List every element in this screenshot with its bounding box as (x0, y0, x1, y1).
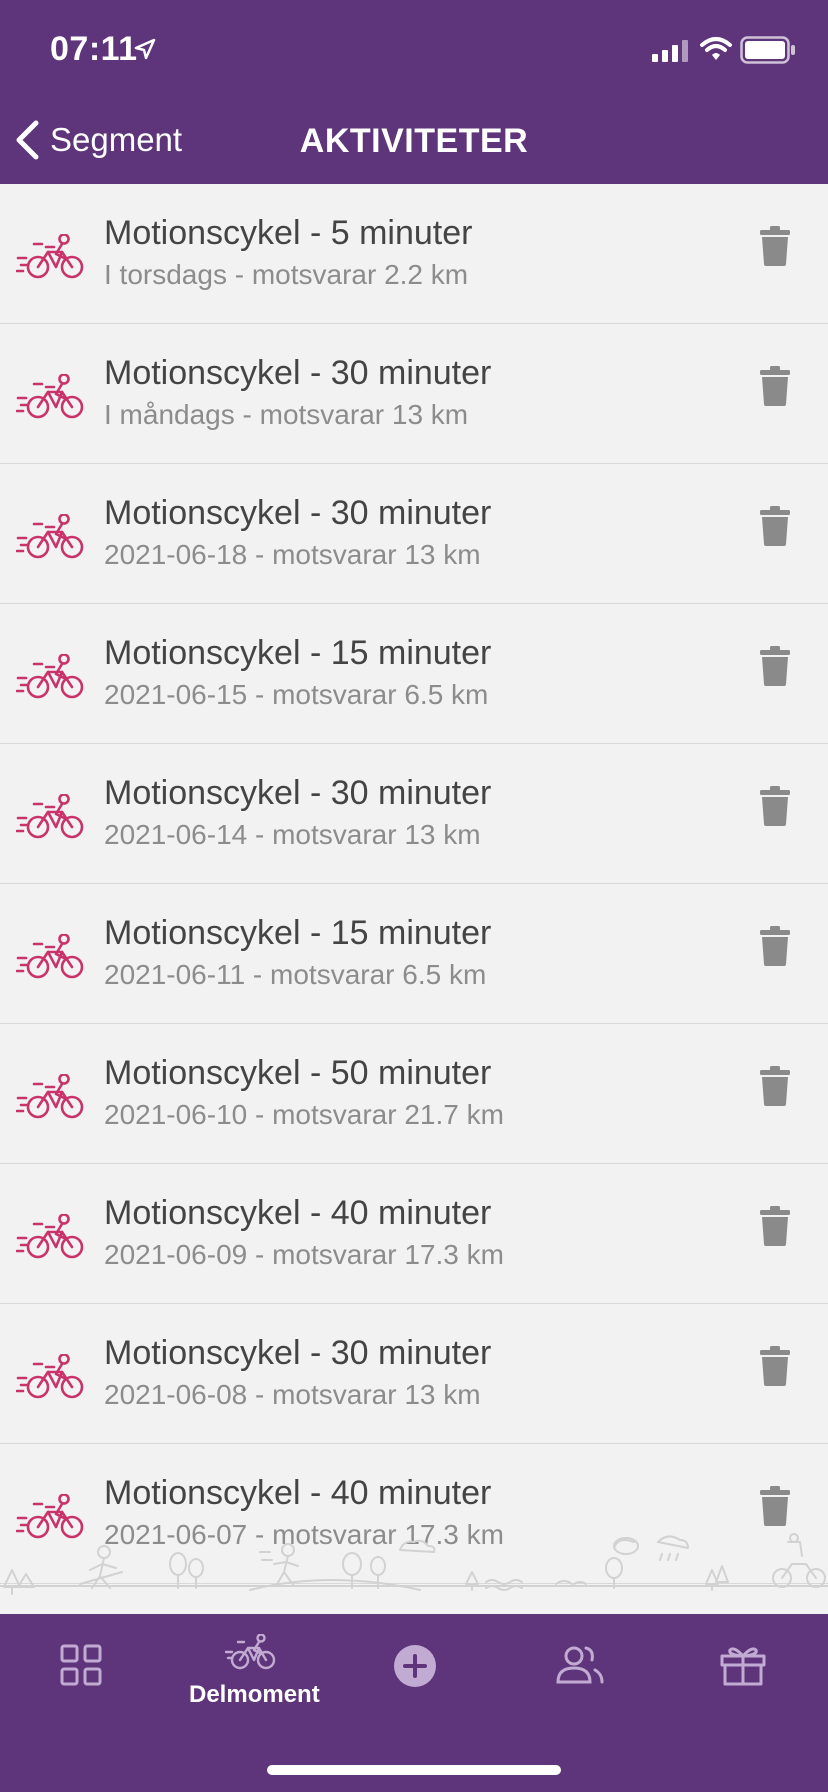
exercise-bike-icon (16, 234, 84, 279)
status-time: 07:11 (50, 30, 138, 68)
exercise-bike-icon (16, 934, 84, 979)
activity-row[interactable]: Motionscykel - 30 minuter 2021-06-08 - m… (0, 1304, 828, 1444)
activity-title: Motionscykel - 5 minuter (104, 214, 473, 252)
bike-icon (224, 1633, 276, 1670)
trash-icon[interactable] (760, 1206, 790, 1246)
wifi-icon (700, 37, 732, 60)
activity-title: Motionscykel - 50 minuter (104, 1054, 492, 1092)
exercise-bike-icon (16, 654, 84, 699)
exercise-bike-icon (16, 1354, 84, 1399)
location-arrow-icon (134, 38, 156, 60)
activity-row[interactable]: Motionscykel - 40 minuter 2021-06-09 - m… (0, 1164, 828, 1304)
tab-delmoment[interactable]: Delmoment (189, 1633, 320, 1709)
page-title: AKTIVITETER (299, 122, 529, 160)
gift-icon (720, 1647, 766, 1686)
exercise-bike-icon (16, 794, 84, 839)
trash-icon[interactable] (760, 786, 790, 826)
grid-icon (60, 1644, 102, 1686)
cellular-signal-icon (652, 40, 688, 62)
activity-row[interactable]: Motionscykel - 30 minuter 2021-06-14 - m… (0, 744, 828, 884)
activity-subtitle: 2021-06-08 - motsvarar 13 km (104, 1379, 481, 1410)
battery-icon (740, 36, 795, 64)
activity-subtitle: 2021-06-11 - motsvarar 6.5 km (104, 959, 487, 990)
tab-add[interactable] (355, 1644, 475, 1693)
navigation-bar: Segment AKTIVITETER (0, 95, 828, 184)
tab-label-delmoment: Delmoment (189, 1681, 320, 1708)
tab-rewards[interactable] (683, 1644, 803, 1691)
activity-title: Motionscykel - 40 minuter (104, 1194, 492, 1232)
trash-icon[interactable] (760, 1486, 790, 1526)
exercise-bike-icon (16, 374, 84, 419)
activity-row[interactable]: Motionscykel - 5 minuter I torsdags - mo… (0, 184, 828, 324)
activity-subtitle: 2021-06-10 - motsvarar 21.7 km (104, 1099, 504, 1130)
trash-icon[interactable] (760, 506, 790, 546)
landscape-illustration (0, 1533, 828, 1595)
activity-row[interactable]: Motionscykel - 50 minuter 2021-06-10 - m… (0, 1024, 828, 1164)
activity-title: Motionscykel - 40 minuter (104, 1474, 492, 1512)
trash-icon[interactable] (760, 1066, 790, 1106)
activity-title: Motionscykel - 30 minuter (104, 774, 492, 812)
activity-subtitle: 2021-06-18 - motsvarar 13 km (104, 539, 481, 570)
activity-title: Motionscykel - 30 minuter (104, 494, 492, 532)
status-bar: 07:11 (0, 0, 828, 95)
trash-icon[interactable] (760, 926, 790, 966)
plus-circle-icon (394, 1645, 436, 1687)
tab-friends[interactable] (520, 1644, 640, 1691)
activity-row[interactable]: Motionscykel - 15 minuter 2021-06-15 - m… (0, 604, 828, 744)
activity-row[interactable]: Motionscykel - 15 minuter 2021-06-11 - m… (0, 884, 828, 1024)
trash-icon[interactable] (760, 366, 790, 406)
activity-title: Motionscykel - 15 minuter (104, 914, 492, 952)
exercise-bike-icon (16, 1074, 84, 1119)
people-icon (556, 1646, 604, 1684)
activity-subtitle: 2021-06-15 - motsvarar 6.5 km (104, 679, 489, 710)
trash-icon[interactable] (760, 226, 790, 266)
activity-row[interactable]: Motionscykel - 30 minuter I måndags - mo… (0, 324, 828, 464)
activity-subtitle: 2021-06-09 - motsvarar 17.3 km (104, 1239, 504, 1270)
activity-title: Motionscykel - 15 minuter (104, 634, 492, 672)
activity-row[interactable]: Motionscykel - 30 minuter 2021-06-18 - m… (0, 464, 828, 604)
tab-overview[interactable] (21, 1644, 141, 1691)
trash-icon[interactable] (760, 1346, 790, 1386)
trash-icon[interactable] (760, 646, 790, 686)
activity-subtitle: 2021-06-14 - motsvarar 13 km (104, 819, 481, 850)
activity-title: Motionscykel - 30 minuter (104, 354, 492, 392)
activity-subtitle: I måndags - motsvarar 13 km (104, 399, 469, 430)
home-indicator (267, 1765, 561, 1775)
exercise-bike-icon (16, 514, 84, 559)
exercise-bike-icon (16, 1214, 84, 1259)
activity-list[interactable]: Motionscykel - 5 minuter I torsdags - mo… (0, 184, 828, 1614)
activity-title: Motionscykel - 30 minuter (104, 1334, 492, 1372)
activity-subtitle: I torsdags - motsvarar 2.2 km (104, 259, 469, 290)
